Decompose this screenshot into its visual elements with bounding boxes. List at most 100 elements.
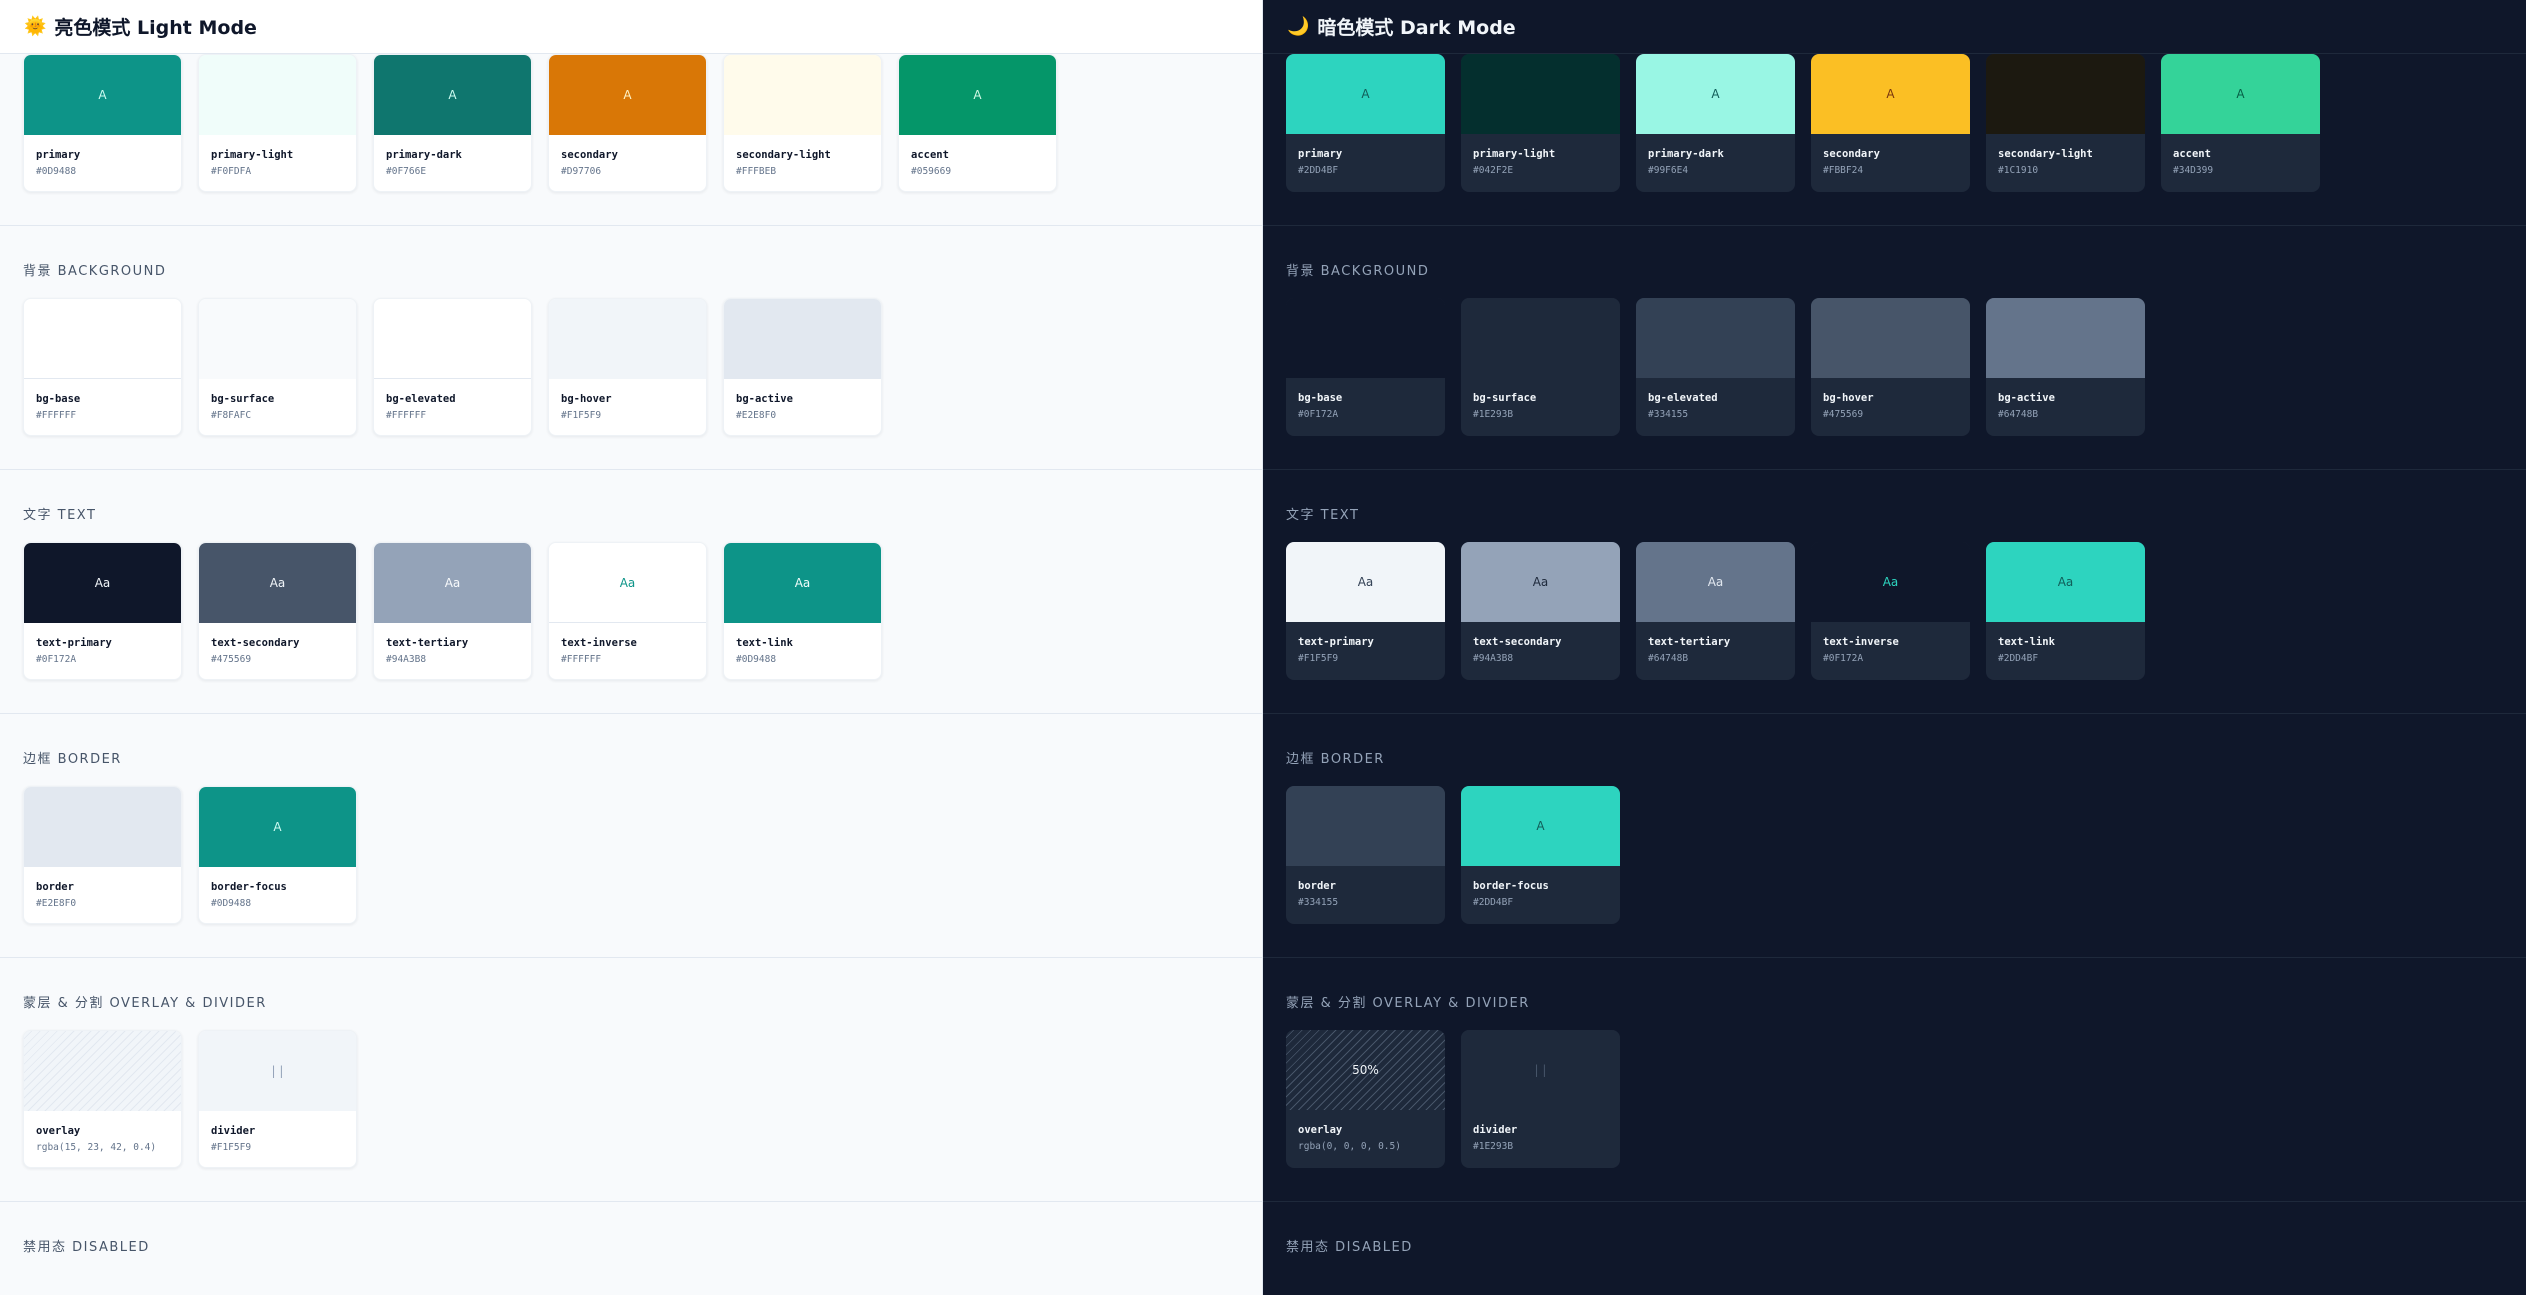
color-swatch: [199, 299, 356, 379]
color-card-bg-surface[interactable]: bg-surface #F8FAFC: [198, 298, 357, 436]
color-card-text-primary[interactable]: Aa text-primary #0F172A: [23, 542, 182, 680]
color-value: #0F766E: [386, 166, 427, 177]
swatch-list: Aprimary #2DD4BF primary-light #042F2E Aprim…: [1286, 54, 2503, 225]
color-card-bg-active[interactable]: bg-active #E2E8F0: [723, 298, 882, 436]
color-token-name: primary-light: [211, 149, 294, 161]
swatch-list: border #334155 Aborder-focus #2DD4BF: [1286, 786, 2503, 957]
section-4: 蒙层 & 分割 OVERLAY & DIVIDER overlay rgba(15,…: [0, 958, 1262, 1202]
color-token-name: overlay: [1298, 1124, 1343, 1136]
color-token-name: primary-light: [1473, 148, 1556, 160]
color-token-name: text-tertiary: [1648, 636, 1731, 648]
color-meta: primary-dark #99F6E4: [1636, 134, 1795, 176]
color-token-name: border: [36, 881, 74, 893]
color-swatch: [374, 299, 531, 379]
color-meta: secondary-light #FFFBEB: [724, 135, 881, 177]
section-3: 边框 BORDER border #E2E8F0 Aborder-focus #0D94…: [0, 714, 1262, 958]
color-card-primary[interactable]: Aprimary #2DD4BF: [1286, 54, 1445, 192]
color-value: #0D9488: [36, 166, 77, 177]
color-card-text-secondary[interactable]: Aa text-secondary #94A3B8: [1461, 542, 1620, 680]
color-card-primary-light[interactable]: primary-light #042F2E: [1461, 54, 1620, 192]
color-swatch: Aa: [374, 543, 531, 623]
color-card-secondary[interactable]: Asecondary #D97706: [548, 54, 707, 192]
color-token-name: bg-active: [1998, 392, 2055, 404]
color-card-bg-hover[interactable]: bg-hover #F1F5F9: [548, 298, 707, 436]
section-title: 蒙层 & 分割 OVERLAY & DIVIDER: [1286, 996, 1530, 1011]
color-swatch: [1461, 54, 1620, 134]
color-card-primary-dark[interactable]: Aprimary-dark #99F6E4: [1636, 54, 1795, 192]
color-card-accent[interactable]: Aaccent #059669: [898, 54, 1057, 192]
color-card-bg-elevated[interactable]: bg-elevated #334155: [1636, 298, 1795, 436]
color-swatch: | |: [1461, 1030, 1620, 1110]
color-card-text-inverse[interactable]: Aa text-inverse #FFFFFF: [548, 542, 707, 680]
section-title: 禁用态 DISABLED: [23, 1240, 150, 1255]
color-meta: secondary #FBBF24: [1811, 134, 1970, 176]
color-token-name: bg-base: [1298, 392, 1343, 404]
color-swatch: Aa: [24, 543, 181, 623]
color-card-secondary-light[interactable]: secondary-light #FFFBEB: [723, 54, 882, 192]
color-value: #475569: [211, 654, 252, 665]
section-1: 背景 BACKGROUND bg-base #0F172A bg-surface #1E…: [1263, 226, 2526, 470]
section-title: 文字 TEXT: [1286, 508, 1360, 523]
color-swatch: [1286, 786, 1445, 866]
color-card-bg-elevated[interactable]: bg-elevated #FFFFFF: [373, 298, 532, 436]
color-card-primary-light[interactable]: primary-light #F0FDFA: [198, 54, 357, 192]
color-value: #042F2E: [1473, 165, 1514, 176]
color-card-border-focus[interactable]: Aborder-focus #0D9488: [198, 786, 357, 924]
color-token-name: divider: [211, 1125, 256, 1137]
color-card-border[interactable]: border #E2E8F0: [23, 786, 182, 924]
color-swatch: [549, 299, 706, 379]
color-card-bg-hover[interactable]: bg-hover #475569: [1811, 298, 1970, 436]
color-swatch: [1286, 298, 1445, 378]
color-card-bg-active[interactable]: bg-active #64748B: [1986, 298, 2145, 436]
section-3: 边框 BORDER border #334155 Aborder-focus #2DD4…: [1263, 714, 2526, 958]
section-4: 蒙层 & 分割 OVERLAY & DIVIDER 50% overlay rgba(…: [1263, 958, 2526, 1202]
color-swatch: | |: [199, 1031, 356, 1111]
color-value: #F1F5F9: [211, 1142, 252, 1153]
color-card-text-primary[interactable]: Aa text-primary #F1F5F9: [1286, 542, 1445, 680]
color-swatch: A: [1811, 54, 1970, 134]
color-token-name: accent: [2173, 148, 2211, 160]
color-card-text-link[interactable]: Aa text-link #2DD4BF: [1986, 542, 2145, 680]
color-swatch: [1811, 298, 1970, 378]
color-swatch: A: [2161, 54, 2320, 134]
moon-icon: 🌙: [1287, 16, 1310, 37]
color-meta: divider #F1F5F9: [199, 1111, 356, 1153]
swatch-list: bg-base #FFFFFF bg-surface #F8FAFC bg-elevat…: [23, 298, 1239, 469]
color-meta: divider #1E293B: [1461, 1110, 1620, 1152]
color-card-divider[interactable]: | | divider #1E293B: [1461, 1030, 1620, 1168]
color-card-accent[interactable]: Aaccent #34D399: [2161, 54, 2320, 192]
color-card-primary-dark[interactable]: Aprimary-dark #0F766E: [373, 54, 532, 192]
color-token-name: text-link: [736, 637, 793, 649]
dark-mode-title: 暗色模式 Dark Mode: [1317, 17, 1516, 39]
color-value: #F1F5F9: [1298, 653, 1339, 664]
color-token-name: secondary-light: [736, 149, 831, 161]
color-card-border[interactable]: border #334155: [1286, 786, 1445, 924]
color-card-text-secondary[interactable]: Aa text-secondary #475569: [198, 542, 357, 680]
color-card-divider[interactable]: | | divider #F1F5F9: [198, 1030, 357, 1168]
color-value: #FFFFFF: [386, 410, 427, 421]
color-swatch: Aa: [724, 543, 881, 623]
color-card-bg-surface[interactable]: bg-surface #1E293B: [1461, 298, 1620, 436]
color-card-text-tertiary[interactable]: Aa text-tertiary #94A3B8: [373, 542, 532, 680]
color-card-overlay[interactable]: 50% overlay rgba(0, 0, 0, 0.5): [1286, 1030, 1445, 1168]
color-card-secondary-light[interactable]: secondary-light #1C1910: [1986, 54, 2145, 192]
color-card-bg-base[interactable]: bg-base #FFFFFF: [23, 298, 182, 436]
color-value: #2DD4BF: [1998, 653, 2039, 664]
color-card-primary[interactable]: Aprimary #0D9488: [23, 54, 182, 192]
color-card-secondary[interactable]: Asecondary #FBBF24: [1811, 54, 1970, 192]
color-card-border-focus[interactable]: Aborder-focus #2DD4BF: [1461, 786, 1620, 924]
color-value: #E2E8F0: [36, 898, 77, 909]
color-card-bg-base[interactable]: bg-base #0F172A: [1286, 298, 1445, 436]
color-card-text-tertiary[interactable]: Aa text-tertiary #64748B: [1636, 542, 1795, 680]
color-card-text-inverse[interactable]: Aa text-inverse #0F172A: [1811, 542, 1970, 680]
color-value: #059669: [911, 166, 952, 177]
color-value: #F1F5F9: [561, 410, 602, 421]
color-card-overlay[interactable]: overlay rgba(15, 23, 42, 0.4): [23, 1030, 182, 1168]
color-swatch: A: [899, 55, 1056, 135]
section-title: 禁用态 DISABLED: [1286, 1240, 1413, 1255]
color-value: #0F172A: [1298, 409, 1339, 420]
color-card-text-link[interactable]: Aa text-link #0D9488: [723, 542, 882, 680]
color-token-name: border-focus: [1473, 880, 1549, 892]
light-mode-header: 🌞 亮色模式 Light Mode: [0, 0, 1262, 54]
color-meta: bg-elevated #334155: [1636, 378, 1795, 420]
